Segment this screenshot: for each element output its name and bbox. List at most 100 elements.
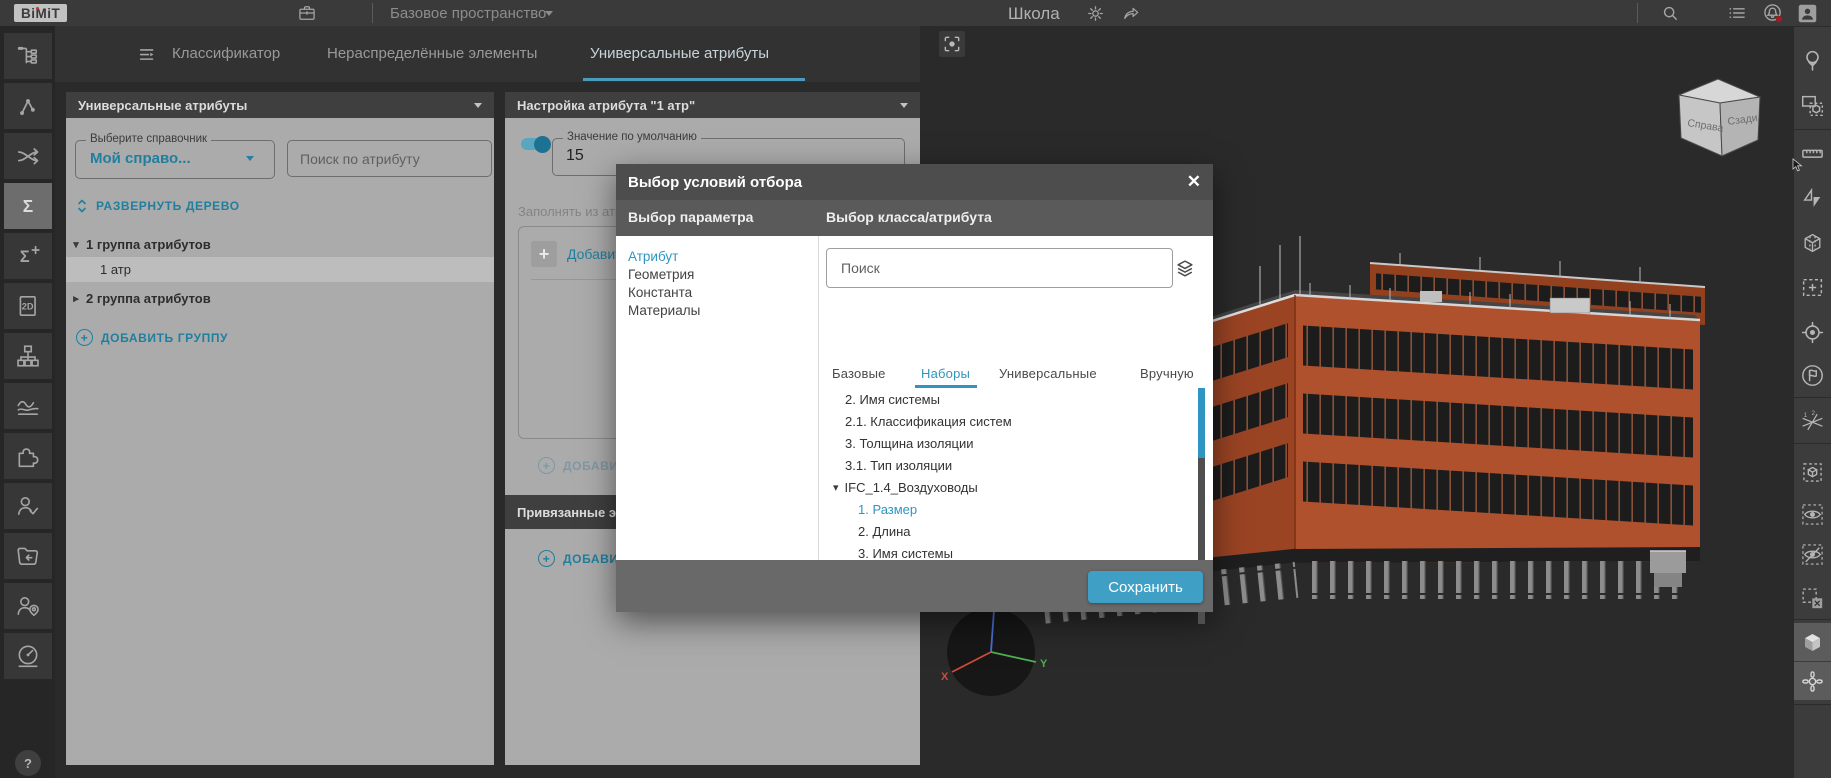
axis-lines-icon[interactable]: 12 (1794, 402, 1831, 442)
user-check-icon[interactable] (4, 483, 52, 529)
tree-group-1[interactable]: ▾ 1 группа атрибутов (66, 232, 494, 256)
attributes-panel-title: Универсальные атрибуты (78, 98, 247, 113)
add-group-button[interactable]: + ДОБАВИТЬ ГРУППУ (76, 329, 228, 346)
class-list-item[interactable]: 2. Длина (858, 520, 911, 542)
modal-tab-basic[interactable]: Базовые (832, 366, 886, 381)
floorplan-icon[interactable] (1794, 267, 1831, 307)
hide-visibility-eye-slash-icon[interactable] (1794, 534, 1831, 574)
list-scrollbar-thumb[interactable] (1198, 388, 1205, 458)
default-value-toggle[interactable] (521, 138, 547, 150)
toolbar-divider (1794, 129, 1831, 130)
list-menu-icon[interactable] (1726, 2, 1748, 24)
tab-classifier[interactable]: Классификатор (172, 45, 280, 62)
notifications-bell-icon[interactable] (1761, 2, 1785, 24)
class-list-item-selected[interactable]: 1. Размер (858, 498, 917, 520)
classifier-tree-icon[interactable] (4, 33, 52, 79)
selection-filter-icon[interactable] (1794, 85, 1831, 125)
tab-unallocated-elements[interactable]: Нераспределённые элементы (327, 45, 537, 62)
group-caret-down-icon[interactable]: ▾ (833, 481, 839, 494)
view-2d-icon[interactable]: 2D (4, 283, 52, 329)
bound-elements-title: Привязанные эл (517, 505, 624, 520)
navigation-cube[interactable]: Справа Сзади (1676, 76, 1766, 161)
class-list-item[interactable]: 2. Имя системы (845, 388, 940, 410)
add-attribute-sigma-plus-icon[interactable]: Σ (4, 233, 52, 279)
column-divider (818, 236, 819, 560)
tree-view-icon[interactable] (1794, 40, 1831, 80)
hide-object-icon[interactable] (1794, 452, 1831, 492)
user-avatar[interactable] (1796, 2, 1818, 24)
panel-collapse-caret-icon (474, 103, 482, 108)
project-title: Школа (1008, 4, 1060, 24)
modal-body: Атрибут Геометрия Константа Материалы Ба… (616, 236, 1213, 572)
layers-icon[interactable] (1173, 256, 1197, 280)
charts-icon[interactable] (4, 383, 52, 429)
toolbar-divider (1794, 443, 1831, 444)
modal-tab-manual[interactable]: Вручную (1140, 366, 1194, 381)
reference-select[interactable]: Выберите справочник Мой справо... (75, 140, 275, 179)
tree-group-2[interactable]: ▸ 2 группа атрибутов (66, 286, 494, 310)
expand-tree-label: РАЗВЕРНУТЬ ДЕРЕВО (96, 199, 240, 213)
class-list-item[interactable]: 3.1. Тип изоляции (845, 454, 952, 476)
folder-share-icon[interactable] (4, 533, 52, 579)
workspace-caret-icon[interactable] (545, 11, 553, 16)
workspace-selector[interactable]: Базовое пространство (390, 5, 546, 22)
project-settings-gear-icon[interactable] (1084, 2, 1106, 24)
modal-section-headers: Выбор параметра Выбор класса/атрибута (616, 200, 1213, 236)
orbit-navigation-icon[interactable] (1794, 662, 1831, 700)
modal-close-icon[interactable]: ✕ (1187, 172, 1201, 192)
class-list-item[interactable]: 3. Толщина изоляции (845, 432, 974, 454)
toolbar-divider (1794, 619, 1831, 620)
projects-briefcase-icon[interactable] (296, 2, 318, 24)
help-button[interactable]: ? (15, 750, 41, 776)
compare-flash-icon[interactable] (1794, 178, 1831, 218)
add-rule-plus-button[interactable]: + (531, 241, 557, 267)
share-icon[interactable] (1120, 2, 1142, 24)
search-icon[interactable] (1659, 2, 1681, 24)
class-column-header: Выбор класса/атрибута (826, 209, 992, 225)
tab-universal-attributes[interactable]: Универсальные атрибуты (590, 45, 769, 62)
panel-menu-icon[interactable] (135, 42, 161, 68)
save-button[interactable]: Сохранить (1088, 571, 1203, 603)
settings-panel-header[interactable]: Настройка атрибута "1 атр" (505, 92, 920, 118)
mapping-shuffle-icon[interactable] (4, 133, 52, 179)
class-search-input[interactable] (826, 248, 1173, 288)
modal-tab-sets[interactable]: Наборы (921, 366, 970, 381)
structure-orgchart-icon[interactable] (4, 333, 52, 379)
attributes-sigma-icon[interactable]: Σ (4, 183, 52, 229)
param-option-attribute[interactable]: Атрибут (628, 249, 678, 264)
reference-select-caret-icon (246, 156, 254, 161)
app-logo[interactable]: BiMiT (14, 4, 67, 22)
dashboard-gauge-icon[interactable] (4, 633, 52, 679)
toggle-knob (534, 136, 551, 153)
tree-caret-right-icon[interactable]: ▸ (66, 292, 86, 305)
param-option-materials[interactable]: Материалы (628, 303, 700, 318)
clear-selection-icon[interactable] (1794, 578, 1831, 618)
fit-view-icon[interactable] (939, 31, 965, 57)
param-option-constant[interactable]: Константа (628, 285, 692, 300)
class-list-item[interactable]: 2.1. Классификация систем (845, 410, 1012, 432)
param-column-header: Выбор параметра (628, 209, 753, 225)
toolbar-divider (1794, 397, 1831, 398)
plugins-puzzle-icon[interactable] (4, 433, 52, 479)
select-elements-icon[interactable] (4, 83, 52, 129)
flag-marker-icon[interactable] (1794, 355, 1831, 395)
attribute-search-input[interactable] (287, 140, 492, 177)
show-visibility-eye-icon[interactable] (1794, 494, 1831, 534)
tree-caret-down-icon[interactable]: ▾ (66, 238, 86, 251)
focus-target-icon[interactable] (1794, 312, 1831, 352)
expand-collapse-icon (76, 199, 88, 213)
modal-tab-universal[interactable]: Универсальные (999, 366, 1097, 381)
section-box-icon[interactable] (1794, 223, 1831, 263)
axis-gizmo: X Y (936, 598, 1060, 708)
toolbar-divider (1794, 704, 1831, 705)
user-location-icon[interactable] (4, 583, 52, 629)
attributes-panel-header[interactable]: Универсальные атрибуты (66, 92, 494, 118)
axis-1-glyph: 1 (1804, 411, 1808, 418)
attributes-panel: Универсальные атрибуты Выберите справочн… (66, 92, 494, 765)
tree-item-selected[interactable]: 1 атр (66, 257, 494, 282)
workspace-label: Базовое пространство (390, 5, 546, 22)
class-list-group[interactable]: ▾ IFC_1.4_Воздуховоды (833, 476, 978, 498)
view-mode-cube-icon[interactable] (1794, 623, 1831, 661)
param-option-geometry[interactable]: Геометрия (628, 267, 694, 282)
expand-tree-button[interactable]: РАЗВЕРНУТЬ ДЕРЕВО (76, 199, 240, 213)
